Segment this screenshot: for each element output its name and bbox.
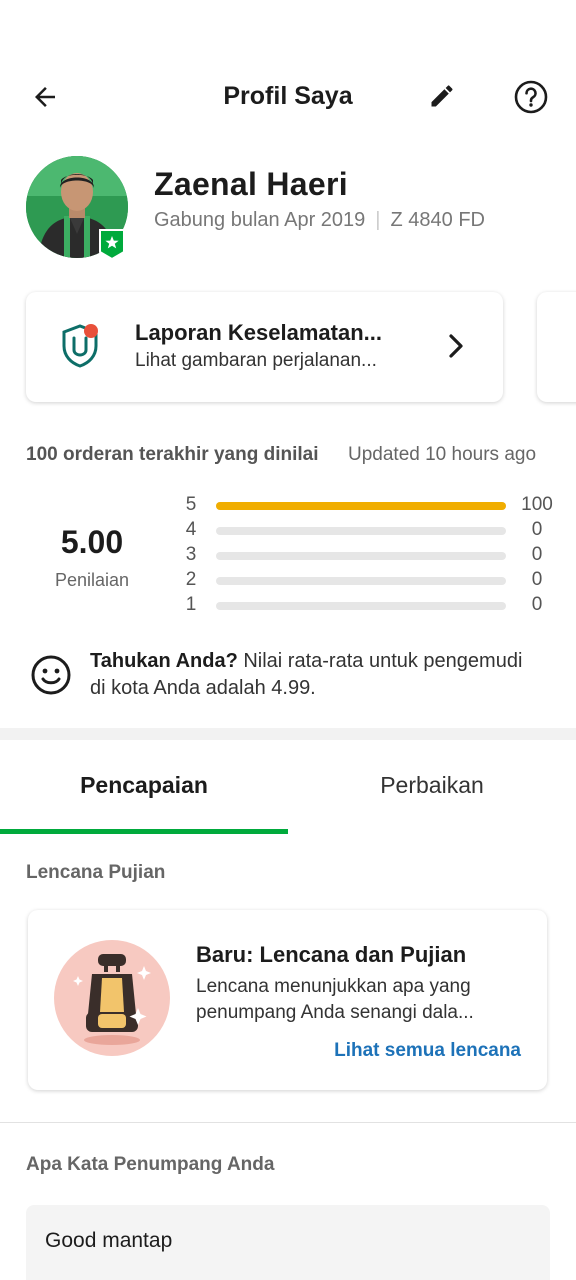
rating-summary: 5.00 Penilaian 5 100 4 0 3 0 2 0 1 0 — [26, 494, 556, 618]
badges-section-label: Lencana Pujian — [26, 862, 166, 883]
car-seat-icon — [54, 940, 170, 1056]
star-label: 5 — [185, 494, 197, 515]
average-rating-tip: Tahukan Anda? Nilai rata-rata untuk peng… — [26, 648, 556, 704]
question-circle-icon — [514, 80, 548, 114]
score-label: Penilaian — [54, 570, 130, 590]
tip-text: Tahukan Anda? Nilai rata-rata untuk peng… — [90, 648, 530, 702]
badges-card[interactable]: Baru: Lencana dan Pujian Lencana menunju… — [28, 910, 547, 1090]
safety-report-title: Laporan Keselamatan... — [135, 320, 382, 345]
active-tab-indicator — [0, 829, 288, 834]
rating-row-4: 4 0 — [182, 519, 562, 543]
section-divider — [0, 728, 576, 740]
rating-bar-track — [216, 502, 506, 510]
page-title: Profil Saya — [223, 82, 353, 110]
orders-caption: 100 orderan terakhir yang dinilai — [26, 444, 319, 465]
average-score: 5.00 — [60, 524, 124, 560]
star-label: 2 — [185, 569, 197, 590]
star-label: 1 — [185, 594, 197, 615]
updated-timestamp: Updated 10 hours ago — [348, 444, 537, 465]
star-badge-icon — [98, 228, 126, 261]
rating-row-2: 2 0 — [182, 569, 562, 593]
safety-report-subtitle: Lihat gambaran perjalanan... — [135, 350, 377, 371]
driver-name: Zaenal Haeri — [154, 166, 348, 202]
help-button[interactable] — [512, 78, 550, 116]
meta-separator: | — [375, 209, 381, 231]
smiley-icon — [30, 654, 72, 696]
rating-row-1: 1 0 — [182, 594, 562, 618]
tip-lead: Tahukan Anda? — [90, 650, 238, 672]
join-date: Gabung bulan Apr 2019 — [154, 209, 366, 231]
rating-count: 0 — [531, 594, 543, 615]
badges-card-title: Baru: Lencana dan Pujian — [196, 942, 467, 967]
rating-bar-track — [216, 527, 506, 535]
reviews-section-label: Apa Kata Penumpang Anda — [26, 1154, 275, 1175]
chevron-right-icon — [444, 332, 468, 360]
app-header: Profil Saya — [0, 60, 576, 132]
vehicle-plate: Z 4840 FD — [390, 209, 485, 231]
rating-row-5: 5 100 — [182, 494, 562, 518]
review-item: Good mantap — [26, 1205, 550, 1280]
profile-meta: Gabung bulan Apr 2019 | Z 4840 FD — [154, 209, 485, 232]
rating-row-3: 3 0 — [182, 544, 562, 568]
rating-count: 100 — [521, 494, 553, 515]
profile-summary: Zaenal Haeri Gabung bulan Apr 2019 | Z 484… — [26, 156, 556, 266]
pencil-icon — [431, 85, 453, 107]
review-text: Good mantap — [45, 1229, 173, 1252]
badges-card-description: Lencana menunjukkan apa yang penumpang A… — [196, 976, 474, 1023]
star-label: 4 — [185, 519, 197, 540]
ratings-caption: 100 orderan terakhir yang dinilai Update… — [26, 444, 556, 470]
rating-bar-track — [216, 577, 506, 585]
edit-profile-button[interactable] — [424, 78, 460, 114]
rating-bar-fill — [216, 502, 506, 510]
rating-bar-track — [216, 602, 506, 610]
tab-perbaikan[interactable]: Perbaikan — [288, 772, 576, 806]
next-card-peek[interactable] — [537, 292, 576, 402]
section-divider-thin — [0, 1122, 576, 1123]
rating-count: 0 — [531, 544, 543, 565]
star-label: 3 — [185, 544, 197, 565]
see-all-badges-link[interactable]: Lihat semua lencana — [334, 1040, 521, 1062]
tab-pencapaian[interactable]: Pencapaian — [0, 772, 288, 806]
rating-bar-track — [216, 552, 506, 560]
shield-icon — [60, 322, 100, 370]
rating-count: 0 — [531, 569, 543, 590]
rating-count: 0 — [531, 519, 543, 540]
safety-report-card[interactable]: Laporan Keselamatan... Lihat gambaran pe… — [26, 292, 503, 402]
